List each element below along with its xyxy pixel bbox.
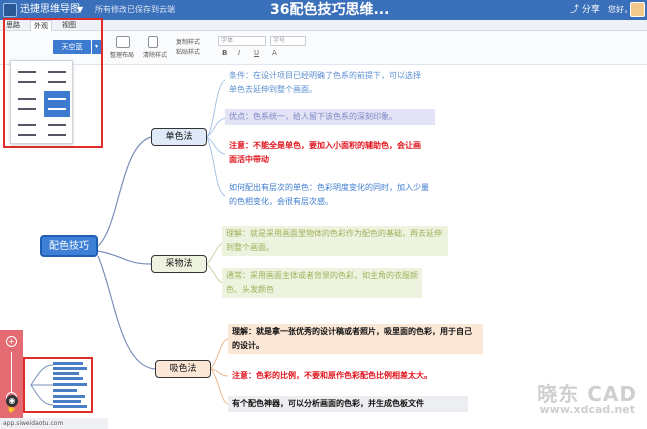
- layout-option-org-selected[interactable]: [44, 91, 70, 117]
- layout-option-tree[interactable]: [14, 91, 40, 117]
- share-label: 分享: [581, 5, 600, 15]
- paste-style-button[interactable]: 粘贴样式: [176, 49, 200, 57]
- mindmap-layout-icon: [18, 71, 36, 83]
- font-size-select[interactable]: 字号: [270, 36, 306, 46]
- layout-option-mindmap[interactable]: [14, 64, 40, 90]
- user-greeting: 您好，: [608, 5, 632, 14]
- note-mono-condition[interactable]: 条件：在设计项目已经明确了色系的前提下，可以选择单色去延伸到整个画面。: [225, 68, 430, 98]
- appearance-panel: 天空蓝 ▾: [3, 18, 103, 148]
- arrange-layout-label[interactable]: 整理布局: [110, 52, 134, 60]
- font-family-select[interactable]: 字体: [218, 36, 266, 46]
- note-object-usually[interactable]: 通常：采用画面主体或者背景的色彩，如主角的衣服颜色、头发颜色: [222, 268, 422, 298]
- bold-button[interactable]: B: [222, 49, 227, 58]
- branch-node-object[interactable]: 采物法: [151, 255, 207, 273]
- root-node[interactable]: 配色技巧: [40, 235, 98, 257]
- clear-style-label[interactable]: 清除样式: [143, 52, 167, 60]
- layout-option-fishbone[interactable]: [14, 117, 40, 143]
- avatar[interactable]: [630, 2, 645, 17]
- note-pick-caution[interactable]: 注意：色彩的比例，不要和原作色彩配色比例相差太大。: [228, 368, 468, 384]
- zoom-slider[interactable]: [11, 352, 12, 392]
- minimap-preview: [30, 362, 87, 408]
- theme-chevron-down-icon[interactable]: ▾: [91, 40, 101, 54]
- fishbone-layout-icon: [18, 124, 36, 136]
- share-button[interactable]: ⤴ 分享: [570, 3, 600, 17]
- note-pick-understand[interactable]: 理解：就是拿一张优秀的设计稿或者照片，吸里面的色彩，用于自己的设计。: [228, 324, 483, 354]
- branch-node-pick[interactable]: 吸色法: [155, 360, 211, 378]
- radial-layout-icon: [48, 124, 66, 136]
- title-bar: 迅捷思维导图 ▼ 所有修改已保存到云端 36配色技巧思维... ⤴ 分享 您好，: [0, 0, 647, 20]
- layout-option-radial[interactable]: [44, 117, 70, 143]
- branch-node-mono[interactable]: 单色法: [151, 128, 207, 146]
- eye-icon[interactable]: ◉: [6, 395, 18, 407]
- italic-button[interactable]: I: [238, 49, 240, 58]
- right-layout-icon: [48, 71, 66, 83]
- note-mono-layers[interactable]: 如何配出有层次的单色：色彩明度变化的同时，加入少量的色相变化，会很有层次感。: [225, 180, 435, 210]
- org-layout-icon: [48, 98, 66, 110]
- font-color-button[interactable]: A: [272, 49, 277, 58]
- watermark-url: www.xdcad.net: [539, 403, 635, 416]
- layout-option-right[interactable]: [44, 64, 70, 90]
- note-mono-caution[interactable]: 注意：不能全是单色，要加入小面积的辅助色，会让画面活中带动: [225, 138, 425, 168]
- note-mono-advantage[interactable]: 优点：色系统一，给人留下该色系的深刻印象。: [225, 109, 435, 125]
- tree-layout-icon: [18, 98, 36, 110]
- note-object-understand[interactable]: 理解：就是采用画面里物体的色彩作为配色的基础，再去延伸到整个画面。: [222, 226, 448, 256]
- layout-options: [10, 60, 73, 144]
- underline-button[interactable]: U: [254, 49, 259, 58]
- status-url: app.siweidaotu.com: [0, 418, 108, 429]
- zoom-in-button[interactable]: +: [6, 336, 17, 347]
- app-name[interactable]: 迅捷思维导图: [20, 3, 80, 17]
- document-title[interactable]: 36配色技巧思维...: [270, 1, 389, 19]
- copy-style-button[interactable]: 复制样式: [176, 39, 200, 47]
- minimap[interactable]: [23, 357, 93, 413]
- app-logo-icon: [3, 3, 17, 17]
- note-pick-tool[interactable]: 有个配色神器，可以分析画面的色彩，并生成色板文件: [228, 396, 468, 412]
- clear-style-icon[interactable]: [148, 36, 158, 48]
- theme-button[interactable]: 天空蓝: [53, 40, 91, 54]
- save-status: 所有修改已保存到云端: [95, 5, 175, 14]
- share-icon: ⤴: [570, 5, 582, 15]
- app-menu-chevron-down-icon[interactable]: ▼: [77, 3, 83, 17]
- arrange-layout-icon[interactable]: [116, 36, 130, 48]
